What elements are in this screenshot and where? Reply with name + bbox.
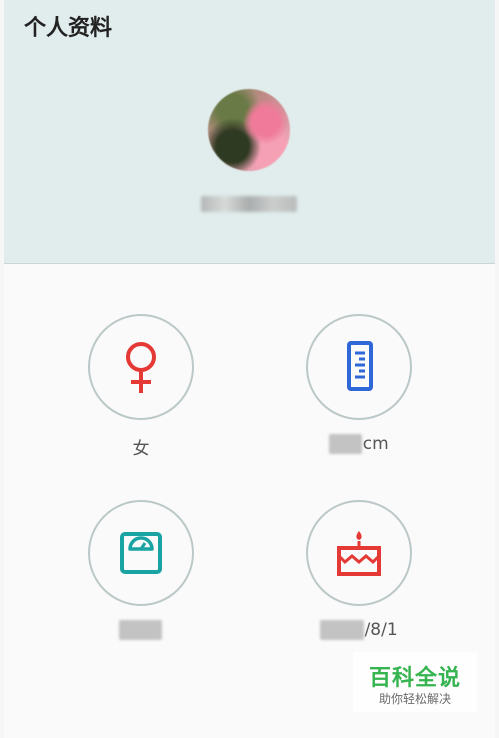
cake-icon — [337, 531, 381, 576]
birth-month-day: /8/1 — [364, 620, 398, 640]
height-value: 000cm — [286, 434, 432, 454]
scale-icon — [120, 532, 162, 574]
profile-screen: 个人资料 女 000cm — [4, 0, 495, 738]
page-title: 个人资料 — [24, 16, 113, 41]
ruler-icon — [347, 341, 373, 391]
height-unit: cm — [362, 434, 389, 454]
watermark: 百科全说 助你轻松解决 — [353, 652, 477, 712]
gender-button[interactable] — [88, 314, 194, 420]
nickname — [201, 196, 297, 212]
female-icon — [126, 342, 156, 393]
height-number-redacted: 000 — [329, 434, 362, 454]
weight-number-redacted: 00kg — [119, 620, 162, 640]
gender-value: 女 — [132, 439, 150, 459]
watermark-main: 百科全说 — [368, 666, 461, 691]
avatar[interactable] — [208, 89, 290, 171]
weight-button[interactable] — [88, 500, 194, 606]
height-button[interactable] — [306, 314, 412, 420]
watermark-sub: 助你轻松解决 — [378, 692, 451, 706]
profile-header: 个人资料 — [4, 0, 495, 264]
birthday-value: 0000/8/1 — [286, 620, 432, 640]
birthday-button[interactable] — [306, 500, 412, 606]
weight-value: 00kg — [68, 620, 214, 640]
birth-year-redacted: 0000 — [320, 620, 364, 640]
